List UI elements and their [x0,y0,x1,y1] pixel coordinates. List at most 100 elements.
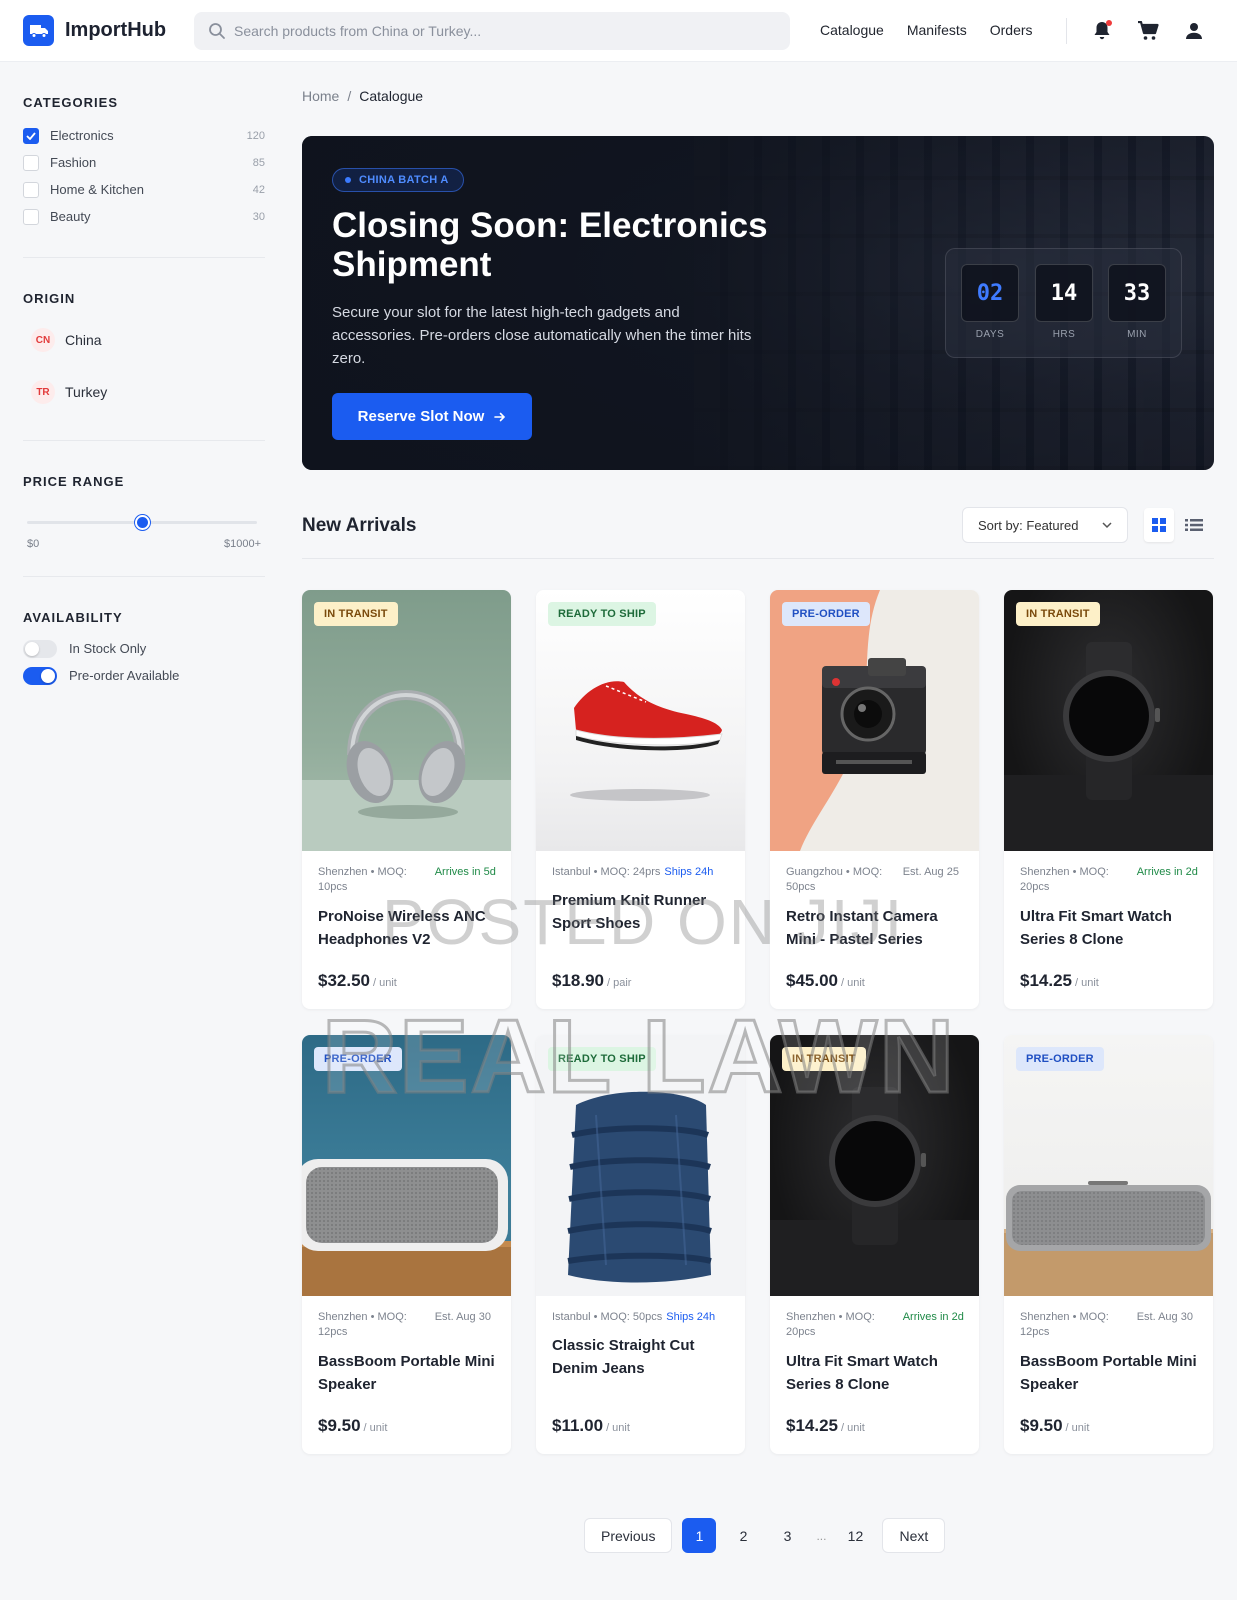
price-slider-thumb[interactable] [134,515,150,530]
timer-hours: 14 [1035,264,1093,322]
product-price: $14.25/ unit [1020,971,1099,991]
product-card[interactable]: IN TRANSIT Shenzhen • MOQ: 20pcs Arrives … [1004,590,1213,1009]
camera-illustration [770,590,926,851]
account-button[interactable] [1182,19,1206,43]
category-list: Electronics 120 Fashion 85 Home & Kitche… [23,122,265,230]
product-eta: Est. Aug 25 [902,866,959,878]
page-3[interactable]: 3 [770,1518,804,1553]
product-meta: Shenzhen • MOQ: 12pcs Est. Aug 30 [1020,1310,1198,1342]
price-unit: / unit [841,1422,865,1434]
next-page-button[interactable]: Next [882,1518,946,1553]
check-icon [26,131,36,140]
cart-button[interactable] [1136,19,1160,43]
category-beauty[interactable]: Beauty 30 [23,203,265,230]
grid-view-button[interactable] [1144,508,1174,542]
breadcrumb-home[interactable]: Home [302,88,339,104]
category-count: 42 [252,183,265,196]
batch-pill-label: CHINA BATCH A [359,174,449,186]
category-label: Electronics [50,128,114,143]
price-value: $45.00 [786,971,838,990]
price-value: $32.50 [318,971,370,990]
shoe-illustration [570,681,723,801]
toggle-pre-order[interactable]: Pre-order Available [23,662,265,689]
page-2[interactable]: 2 [726,1518,760,1553]
pill-dot [345,177,351,183]
category-label: Fashion [50,155,97,170]
page-12[interactable]: 12 [838,1518,872,1553]
category-fashion[interactable]: Fashion 85 [23,149,265,176]
page-1[interactable]: 1 [682,1518,717,1553]
search-bar[interactable] [194,12,790,50]
product-eta: Arrives in 2d [1136,866,1198,878]
previous-page-button[interactable]: Previous [584,1518,673,1553]
product-eta: Arrives in 2d [902,1311,964,1323]
speaker-illustration [1004,1181,1213,1296]
product-price: $9.50/ unit [1020,1416,1089,1436]
status-badge: PRE-ORDER [1016,1047,1104,1071]
status-badge: PRE-ORDER [782,602,870,626]
section-title: New Arrivals [302,515,417,536]
product-name: BassBoom Portable Mini Speaker [318,1353,495,1393]
category-electronics[interactable]: Electronics 120 [23,122,265,149]
logo[interactable]: ImportHub [23,15,166,46]
timer-hours-label: HRS [1052,329,1076,340]
price-value: $9.50 [318,1416,361,1435]
nav-orders[interactable]: Orders [990,22,1033,38]
product-name: Ultra Fit Smart Watch Series 8 Clone [1020,908,1172,948]
product-eta: Ships 24h [666,1311,716,1323]
hero-description: Secure your slot for the latest high-tec… [332,304,752,367]
in-stock-toggle[interactable] [23,639,57,658]
grid-icon [1152,518,1166,532]
reserve-slot-button[interactable]: Reserve Slot Now [332,393,532,440]
product-image: PRE-ORDER [770,590,979,851]
origin-china[interactable]: CN China [23,314,265,366]
search-input[interactable] [234,23,774,39]
sort-dropdown[interactable]: Sort by: Featured [962,507,1128,543]
price-unit: / unit [1075,977,1099,989]
countdown-timer: 02 DAYS 14 HRS 33 MIN [945,248,1182,358]
origin-title: ORIGIN [23,291,76,306]
flag-cn-icon: CN [31,328,55,352]
toggle-in-stock[interactable]: In Stock Only [23,635,265,662]
price-unit: / unit [363,1422,388,1434]
list-view-button[interactable] [1179,508,1209,542]
checkbox-electronics[interactable] [23,127,39,144]
section-header: New Arrivals Sort by: Featured [302,507,1214,559]
pre-order-toggle[interactable] [23,666,57,685]
product-image: PRE-ORDER [1004,1035,1213,1296]
origin-label: Turkey [65,384,108,400]
product-info: Shenzhen • MOQ: 12pcs Est. Aug 30 BassBoo… [1004,1296,1213,1400]
origin-turkey[interactable]: TR Turkey [23,366,265,418]
product-origin: Shenzhen • MOQ: 12pcs [1020,1311,1109,1338]
nav-catalogue[interactable]: Catalogue [820,22,884,38]
checkbox-home-kitchen[interactable] [23,181,39,198]
sidebar-divider [23,576,265,577]
product-card[interactable]: PRE-ORDER Shenzhen • MOQ: 12pcs Est. Aug … [1004,1035,1213,1454]
categories-title: CATEGORIES [23,95,118,110]
filter-sidebar: CATEGORIES Electronics 120 Fashion 85 Ho… [23,62,265,689]
price-unit: / unit [1065,1422,1090,1434]
product-name: Ultra Fit Smart Watch Series 8 Clone [786,1353,938,1393]
timer-days: 02 [961,264,1019,322]
watermark-line-2: REAL LAWN [320,998,957,1117]
checkbox-fashion[interactable] [23,154,39,171]
category-count: 30 [252,210,265,223]
timer-minutes: 33 [1108,264,1166,322]
nav-manifests[interactable]: Manifests [907,22,967,38]
breadcrumb: Home / Catalogue [302,88,423,104]
toggle-label: Pre-order Available [69,668,180,683]
sort-label: Sort by: Featured [978,517,1079,533]
category-home-kitchen[interactable]: Home & Kitchen 42 [23,176,265,203]
product-eta: Est. Aug 30 [434,1311,491,1323]
timer-days-label: DAYS [975,329,1005,340]
price-slider[interactable] [27,515,257,530]
price-min: $0 [27,538,40,550]
sidebar-divider [23,257,265,258]
notifications-button[interactable] [1090,19,1114,43]
status-badge: READY TO SHIP [548,602,656,626]
checkbox-beauty[interactable] [23,208,39,225]
product-meta: Shenzhen • MOQ: 20pcs Arrives in 2d [1020,865,1198,897]
cart-icon [1138,21,1159,40]
product-price: $9.50/ unit [318,1416,387,1436]
top-navbar: ImportHub Catalogue Manifests Orders [0,0,1237,62]
